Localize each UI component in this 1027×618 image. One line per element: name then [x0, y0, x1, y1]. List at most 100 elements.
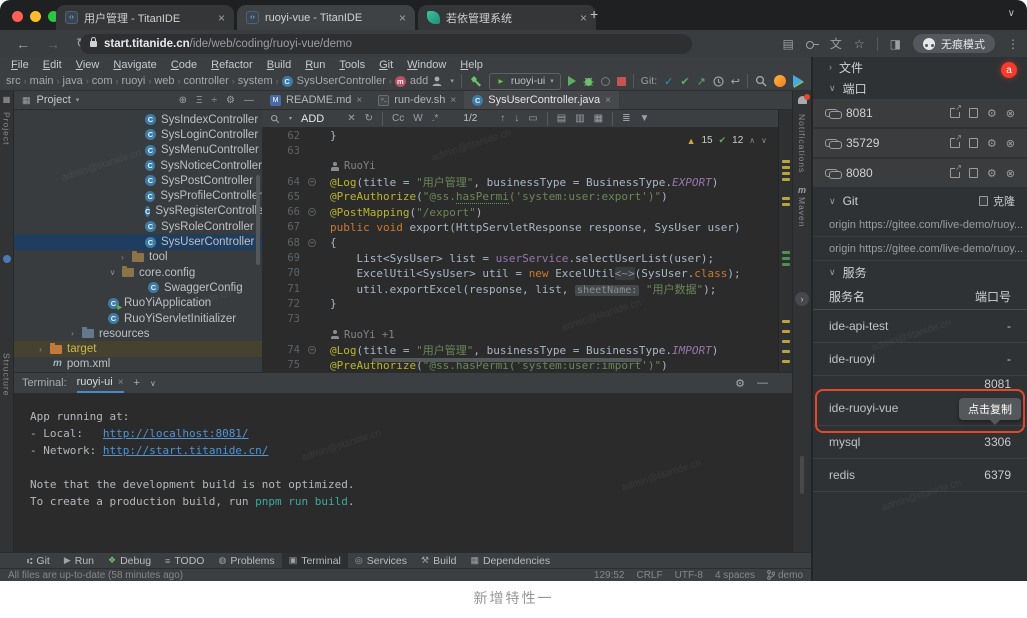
tab-close-icon[interactable]: ×	[399, 11, 406, 25]
code-line[interactable]: 65@PreAuthorize("@ss.hasPermi('system:us…	[262, 189, 778, 204]
build-hammer-icon[interactable]	[469, 75, 482, 88]
browser-tab[interactable]: ‹›ruoyi-vue - TitanIDE×	[237, 5, 415, 30]
chevron-right-icon[interactable]: ›	[68, 329, 77, 338]
fold-icon[interactable]: −	[308, 346, 316, 354]
code-line[interactable]: 66−@PostMapping("/export")	[262, 204, 778, 219]
open-external-icon[interactable]	[950, 168, 960, 178]
menu-edit[interactable]: Edit	[36, 59, 69, 71]
tab-search-chevron-icon[interactable]: ∨	[1008, 8, 1015, 19]
project-tool-icon[interactable]: ▦	[0, 91, 13, 104]
run-button[interactable]	[568, 76, 576, 86]
prev-problem-icon[interactable]: ∧	[749, 136, 755, 145]
files-section-header[interactable]: › 文件	[813, 57, 1027, 77]
tree-item[interactable]: CSysMenuController	[14, 143, 262, 158]
gear-icon[interactable]: ⚙	[987, 167, 997, 180]
user-icon[interactable]	[431, 75, 443, 87]
new-terminal-icon[interactable]: +	[134, 377, 140, 389]
service-row[interactable]: ide-api-test-	[813, 310, 1027, 343]
editor-horizontal-scrollbar[interactable]	[372, 358, 642, 362]
bookmark-star-icon[interactable]: ☆	[854, 37, 865, 51]
translate-icon[interactable]: 文	[830, 35, 842, 52]
git-push-icon[interactable]: ↗	[697, 75, 706, 88]
menu-refactor[interactable]: Refactor	[204, 59, 260, 71]
service-row[interactable]: mysql3306	[813, 426, 1027, 459]
toolwindow-debug[interactable]: ❖Debug	[101, 553, 158, 569]
toolwindow-build[interactable]: ⚒Build	[414, 553, 463, 569]
git-remote-row[interactable]: origin https://gitee.com/live-demo/ruoy.…	[813, 237, 1027, 261]
chevron-right-icon[interactable]: ›	[118, 253, 127, 262]
open-external-icon[interactable]	[950, 138, 960, 148]
tree-item[interactable]: ∨core.config	[14, 265, 262, 280]
terminal-dropdown-chevron-icon[interactable]: ∨	[150, 379, 156, 388]
tree-item[interactable]: ›target	[14, 341, 262, 356]
breadcrumb-item[interactable]: ruoyi	[121, 75, 145, 87]
strip-scrollbar[interactable]	[800, 456, 804, 494]
menu-build[interactable]: Build	[260, 59, 298, 71]
port-row[interactable]: 8081⚙⊗	[813, 99, 1027, 127]
git-section-header[interactable]: ∨ Git 克隆	[813, 189, 1027, 213]
code-line[interactable]: 64−@Log(title = "用户管理", businessType = B…	[262, 174, 778, 189]
editor-tab-close-icon[interactable]: ×	[450, 95, 456, 106]
find-option-icon[interactable]: ▥	[575, 113, 584, 124]
toolwindow-dependencies[interactable]: ▦Dependencies	[463, 553, 557, 569]
titanide-assistant-icon[interactable]	[774, 75, 786, 87]
tree-scrollbar[interactable]	[256, 175, 260, 265]
password-key-icon[interactable]	[806, 40, 818, 48]
fold-icon[interactable]: −	[308, 178, 316, 186]
locate-file-icon[interactable]: ⊕	[179, 95, 187, 106]
status-segment[interactable]: 4 spaces	[715, 570, 755, 581]
prev-match-icon[interactable]: ↑	[500, 113, 505, 124]
close-circle-icon[interactable]: ⊗	[1006, 167, 1015, 180]
avatar-badge[interactable]: a	[1001, 62, 1017, 78]
code-area[interactable]: 62}63RuoYi64−@Log(title = "用户管理", busine…	[262, 128, 778, 372]
toolwindow-problems[interactable]: ◍Problems	[211, 553, 281, 569]
breadcrumb-item[interactable]: src	[6, 75, 21, 87]
code-line[interactable]: 68−{	[262, 235, 778, 250]
toolwindow-run[interactable]: ▶Run	[57, 553, 101, 569]
status-segment[interactable]: 129:52	[594, 570, 625, 581]
expand-strip-icon[interactable]: ›	[795, 292, 809, 306]
menu-view[interactable]: View	[69, 59, 107, 71]
plugin-play-icon[interactable]	[793, 75, 803, 87]
rollback-icon[interactable]: ↩	[731, 75, 740, 88]
collapse-all-icon[interactable]: ÷	[212, 95, 218, 106]
tree-item[interactable]: mpom.xml	[14, 357, 262, 372]
status-segment[interactable]: demo	[767, 570, 803, 581]
select-all-matches-icon[interactable]: ▭	[528, 113, 537, 124]
port-row[interactable]: 35729⚙⊗	[813, 129, 1027, 157]
service-row[interactable]: ide-ruoyi-	[813, 343, 1027, 376]
git-remote-row[interactable]: origin https://gitee.com/live-demo/ruoy.…	[813, 213, 1027, 237]
history-clock-icon[interactable]	[713, 76, 724, 87]
chevron-right-icon[interactable]: ›	[36, 345, 45, 354]
toolwindow-todo[interactable]: ≡TODO	[158, 553, 211, 569]
code-line[interactable]: 74−@Log(title = "用户管理", businessType = B…	[262, 342, 778, 357]
open-external-icon[interactable]	[950, 108, 960, 118]
address-bar[interactable]: start.titanide.cn/ide/web/coding/ruoyi-v…	[80, 34, 692, 54]
side-panel-icon[interactable]: ◨	[890, 37, 901, 51]
terminal-minimize-icon[interactable]: —	[757, 377, 768, 390]
menu-git[interactable]: Git	[372, 59, 400, 71]
status-segment[interactable]: CRLF	[636, 570, 662, 581]
breadcrumb-item[interactable]: com	[92, 75, 113, 87]
browser-tab[interactable]: ‹›用户管理 - TitanIDE×	[56, 5, 234, 30]
menu-navigate[interactable]: Navigate	[106, 59, 163, 71]
terminal-link[interactable]: http://start.titanide.cn/	[103, 444, 269, 457]
breadcrumb-item-class[interactable]: CSysUserController	[282, 75, 386, 87]
menu-window[interactable]: Window	[400, 59, 453, 71]
project-pane-header[interactable]: ▦ Project ▾ ⊕ Ξ ÷ ⚙ —	[14, 91, 262, 109]
tree-item[interactable]: CSysLoginController	[14, 127, 262, 142]
search-everywhere-icon[interactable]	[755, 75, 767, 87]
editor-tab-close-icon[interactable]: ×	[356, 95, 362, 106]
editor-tab[interactable]: MREADME.md×	[262, 91, 370, 109]
breadcrumb-item[interactable]: system	[238, 75, 273, 87]
code-line[interactable]: 72}	[262, 296, 778, 311]
menu-help[interactable]: Help	[453, 59, 490, 71]
code-line[interactable]: 73	[262, 312, 778, 327]
browser-tab[interactable]: 若依管理系统×	[418, 5, 596, 30]
tab-close-icon[interactable]: ×	[580, 11, 587, 25]
menu-file[interactable]: File	[4, 59, 36, 71]
match-case-toggle[interactable]: Cc	[392, 113, 404, 124]
debug-bug-icon[interactable]	[583, 75, 594, 87]
find-history-icon[interactable]: ↻	[365, 113, 373, 124]
find-query[interactable]: ADD	[301, 113, 324, 125]
